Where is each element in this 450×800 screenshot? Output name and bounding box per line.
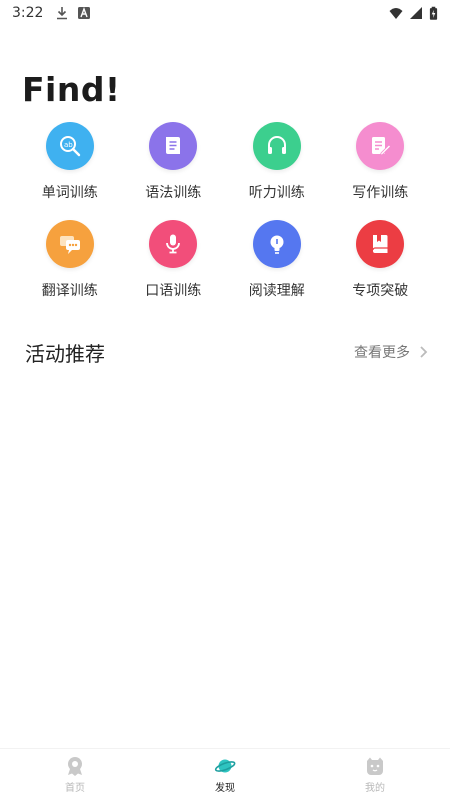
listening-training-item[interactable]: 听力训练 <box>225 122 329 202</box>
grid-item-label: 单词训练 <box>41 185 98 201</box>
nav-label: 我的 <box>365 783 385 794</box>
signal-icon <box>410 7 422 19</box>
microphone-icon <box>149 220 198 268</box>
battery-icon <box>429 6 438 20</box>
reading-training-item[interactable]: 阅读理解 <box>225 220 329 300</box>
section-title: 活动推荐 <box>25 341 105 366</box>
chat-bubbles-icon <box>45 220 94 268</box>
writing-icon <box>356 122 405 170</box>
nav-discover[interactable]: 发现 <box>150 749 300 800</box>
speaking-training-item[interactable]: 口语训练 <box>122 220 226 300</box>
grid-item-label: 口语训练 <box>145 283 202 299</box>
grid-item-label: 写作训练 <box>352 185 409 201</box>
grid-item-label: 阅读理解 <box>248 283 305 299</box>
word-search-icon: ab <box>45 122 94 170</box>
translation-training-item[interactable]: 翻译训练 <box>18 220 122 300</box>
svg-text:ab: ab <box>64 141 73 149</box>
page-title: Find! <box>22 70 121 109</box>
nav-label: 发现 <box>215 783 235 794</box>
special-training-item[interactable]: 专项突破 <box>329 220 433 300</box>
lightbulb-icon <box>252 220 301 268</box>
grid-item-label: 翻译训练 <box>41 283 98 299</box>
status-time: 3:22 <box>12 5 44 21</box>
nav-home[interactable]: 首页 <box>0 749 150 800</box>
profile-face-icon <box>367 757 383 775</box>
grid-item-label: 语法训练 <box>145 185 202 201</box>
chevron-right-icon <box>420 346 428 358</box>
status-bar: 3:22 <box>0 0 450 26</box>
see-more-link[interactable]: 查看更多 <box>354 342 430 362</box>
word-training-item[interactable]: ab 单词训练 <box>18 122 122 202</box>
see-more-label: 查看更多 <box>354 345 410 361</box>
nav-label: 首页 <box>65 783 85 794</box>
book-icon <box>356 220 405 268</box>
grid-item-label: 听力训练 <box>248 185 305 201</box>
training-grid: ab 单词训练 语法训练 听力训练 写作训练 翻译训练 口语训练 阅读理解 专项… <box>18 122 432 300</box>
grammar-document-icon <box>149 122 198 170</box>
a-icon <box>78 7 91 19</box>
grammar-training-item[interactable]: 语法训练 <box>122 122 226 202</box>
home-icon <box>68 757 82 776</box>
planet-icon <box>214 759 236 773</box>
grid-item-label: 专项突破 <box>352 283 409 299</box>
bottom-nav: 首页 发现 我的 <box>0 748 450 800</box>
writing-training-item[interactable]: 写作训练 <box>329 122 433 202</box>
headphones-icon <box>252 122 301 170</box>
activities-section-header: 活动推荐 查看更多 <box>25 336 430 368</box>
download-icon <box>57 7 68 20</box>
wifi-icon <box>389 8 403 19</box>
nav-profile[interactable]: 我的 <box>300 749 450 800</box>
